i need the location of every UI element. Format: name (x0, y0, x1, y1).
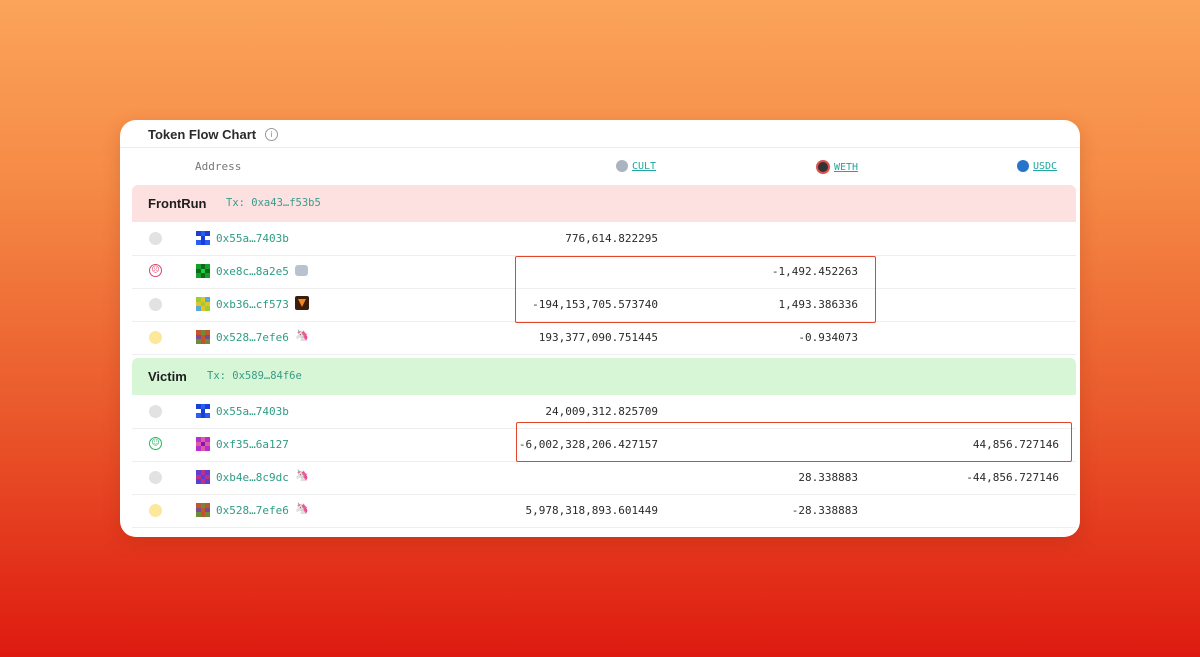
unicorn-icon: 🦄 (295, 502, 309, 515)
table-row: 0xb4e…8c9dc 🦄 28.338883 -44,856.727146 (132, 461, 1076, 495)
weth-amount: 28.338883 (798, 471, 858, 484)
status-dot (149, 471, 162, 484)
usdc-token-label: USDC (1033, 160, 1058, 172)
avatar (196, 330, 210, 344)
tx-hash-link[interactable]: Tx: 0x589…84f6e (207, 370, 302, 382)
table-header: Address CULT WETH USDC (120, 147, 1080, 186)
weth-column-header[interactable]: WETH (816, 160, 858, 174)
token-flow-card: Token Flow Chart i Address CULT WETH USD… (120, 120, 1080, 537)
cult-amount: 24,009,312.825709 (545, 405, 658, 418)
address-link[interactable]: 0xf35…6a127 (216, 438, 289, 451)
cult-amount: 193,377,090.751445 (538, 331, 658, 344)
sad-face-icon: ☹ (149, 264, 162, 277)
metamask-fox-icon (295, 296, 309, 310)
section-victim: Victim Tx: 0x589…84f6e (132, 358, 1076, 395)
table-row: 0x528…7efe6 🦄 5,978,318,893.601449 -28.3… (132, 494, 1076, 528)
page-title: Token Flow Chart (148, 126, 257, 142)
usdc-amount: -44,856.727146 (966, 471, 1059, 484)
info-icon[interactable]: i (265, 127, 279, 141)
address-link[interactable]: 0xb4e…8c9dc (216, 471, 289, 484)
unicorn-icon: 🦄 (295, 469, 309, 482)
usdc-column-header[interactable]: USDC (1017, 160, 1057, 172)
section-frontrun: FrontRun Tx: 0xa43…f53b5 (132, 185, 1076, 222)
robot-icon (295, 265, 308, 276)
status-dot (149, 504, 162, 517)
address-link[interactable]: 0xb36…cf573 (216, 298, 289, 311)
tx-hash-link[interactable]: Tx: 0xa43…f53b5 (226, 197, 321, 209)
highlight-box-frontrun (515, 256, 876, 323)
cult-amount: 5,978,318,893.601449 (525, 504, 658, 517)
table-row: 0x55a…7403b 776,614.822295 (132, 222, 1076, 256)
weth-amount: -28.338883 (791, 504, 858, 517)
avatar (196, 264, 210, 278)
status-dot (149, 331, 162, 344)
card-header: Token Flow Chart i (148, 123, 279, 145)
happy-face-icon: ☺ (149, 437, 162, 450)
address-link[interactable]: 0x528…7efe6 (216, 331, 289, 344)
status-dot (149, 405, 162, 418)
unicorn-icon: 🦄 (295, 329, 309, 342)
section-name: FrontRun (148, 196, 207, 211)
cult-token-icon (616, 160, 628, 172)
avatar (196, 470, 210, 484)
weth-amount: -0.934073 (798, 331, 858, 344)
address-column-header: Address (195, 160, 242, 173)
cult-column-header[interactable]: CULT (616, 160, 656, 172)
section-name: Victim (148, 369, 187, 384)
weth-token-icon (816, 160, 830, 174)
avatar (196, 437, 210, 451)
avatar (196, 231, 210, 245)
address-link[interactable]: 0x528…7efe6 (216, 504, 289, 517)
table-row: 0x528…7efe6 🦄 193,377,090.751445 -0.9340… (132, 321, 1076, 355)
avatar (196, 503, 210, 517)
address-link[interactable]: 0xe8c…8a2e5 (216, 265, 289, 278)
address-link[interactable]: 0x55a…7403b (216, 405, 289, 418)
weth-token-label: WETH (834, 161, 859, 173)
usdc-token-icon (1017, 160, 1029, 172)
address-link[interactable]: 0x55a…7403b (216, 232, 289, 245)
cult-amount: 776,614.822295 (565, 232, 658, 245)
status-dot (149, 232, 162, 245)
avatar (196, 297, 210, 311)
avatar (196, 404, 210, 418)
cult-token-label: CULT (632, 160, 657, 172)
highlight-box-victim (516, 422, 1072, 462)
status-dot (149, 298, 162, 311)
